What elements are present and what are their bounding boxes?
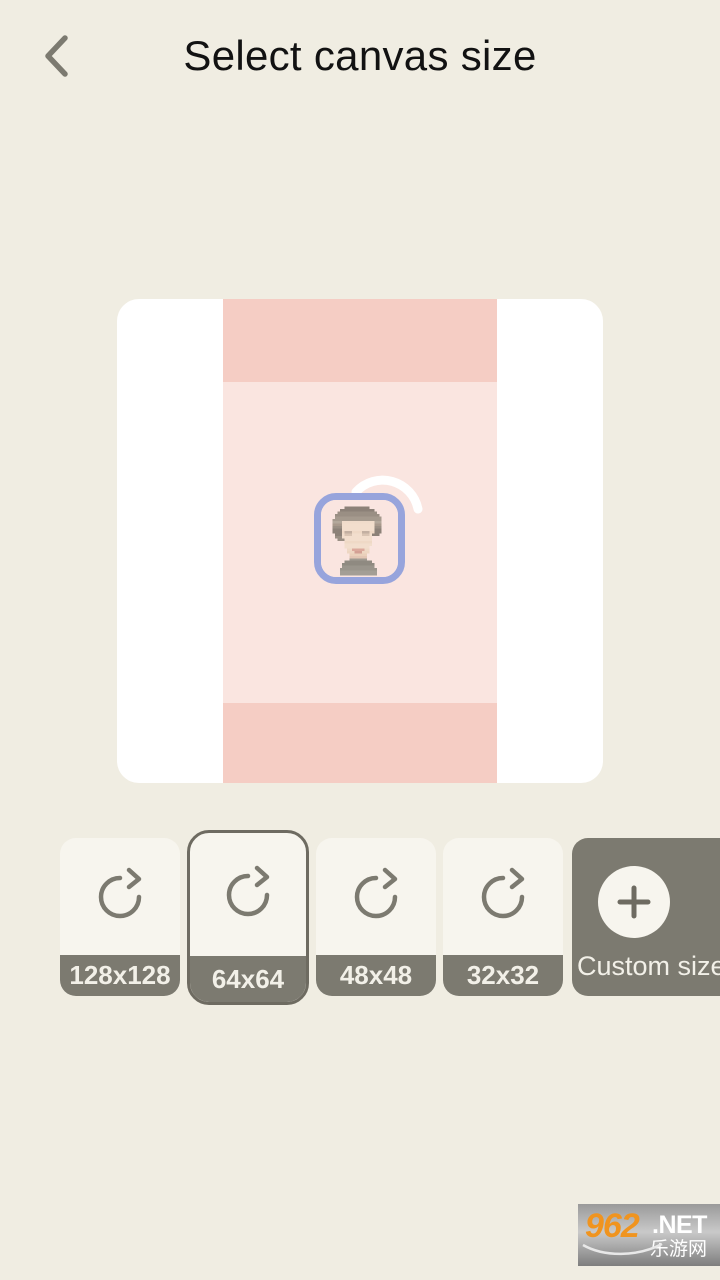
canvas-preview[interactable] — [117, 299, 603, 783]
preview-band-top — [223, 299, 497, 382]
redo-arrow-icon — [190, 833, 306, 956]
size-option-128x128[interactable]: 128x128 — [60, 838, 180, 996]
watermark-swoosh-icon — [582, 1242, 664, 1258]
pixel-art-portrait-icon — [321, 500, 398, 577]
size-option-64x64[interactable]: 64x64 — [187, 830, 309, 1005]
app-header: Select canvas size — [0, 0, 720, 112]
size-option-48x48[interactable]: 48x48 — [316, 838, 436, 996]
size-option-32x32[interactable]: 32x32 — [443, 838, 563, 996]
size-option-label: 64x64 — [190, 956, 306, 1002]
custom-size-label: Custom size — [577, 951, 720, 981]
preview-band-bottom — [223, 703, 497, 783]
watermark-number: 962 — [585, 1207, 640, 1245]
redo-arrow-icon — [443, 838, 563, 955]
custom-size-button[interactable]: Custom size — [572, 838, 720, 996]
plus-icon — [598, 866, 670, 938]
page-title: Select canvas size — [183, 32, 537, 79]
redo-arrow-icon — [60, 838, 180, 955]
watermark-domain: .NET — [652, 1211, 707, 1239]
size-option-label: 128x128 — [60, 955, 180, 996]
size-options-row[interactable]: 128x128 64x64 48x48 32x32 Custom size — [0, 825, 720, 1010]
watermark: 962 .NET 乐游网 — [578, 1204, 720, 1266]
redo-arrow-icon — [316, 838, 436, 955]
size-option-label: 48x48 — [316, 955, 436, 996]
avatar-frame — [314, 493, 405, 584]
size-option-label: 32x32 — [443, 955, 563, 996]
